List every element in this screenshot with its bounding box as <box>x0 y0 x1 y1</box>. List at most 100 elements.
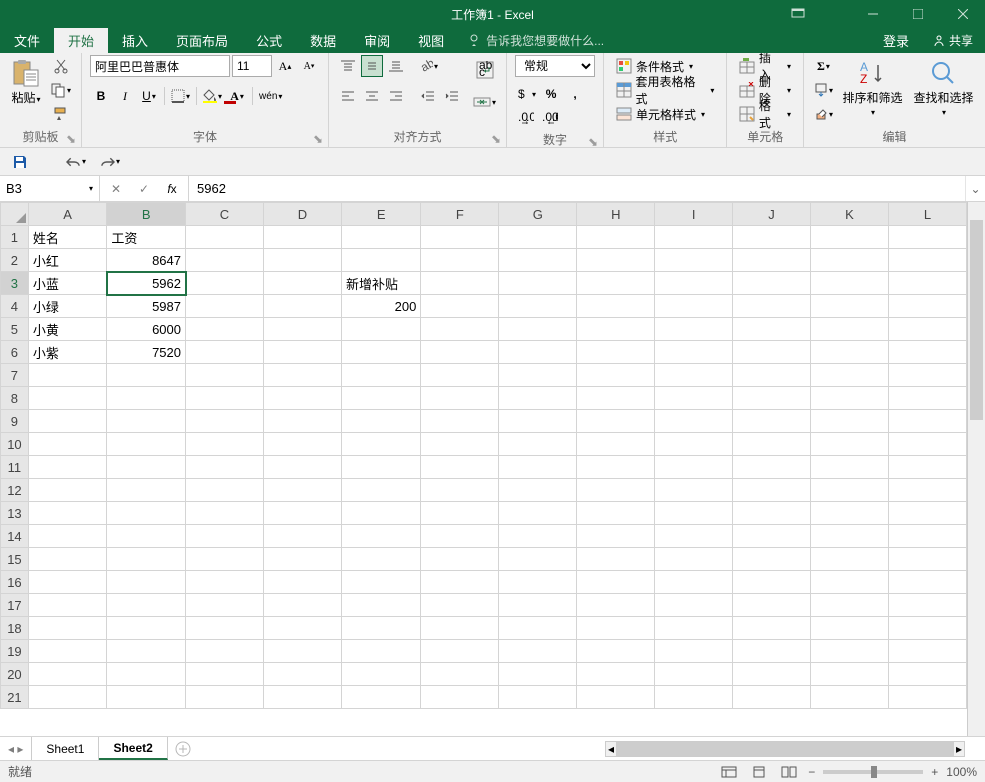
align-middle-button[interactable] <box>361 55 383 77</box>
add-sheet-button[interactable] <box>168 737 198 760</box>
cell-A3[interactable]: 小蓝 <box>28 272 107 295</box>
cell-G10[interactable] <box>499 433 577 456</box>
col-header-E[interactable]: E <box>341 203 420 226</box>
cell-B15[interactable] <box>107 548 186 571</box>
expand-formula-bar[interactable]: ⌄ <box>965 176 985 201</box>
cell-K5[interactable] <box>810 318 888 341</box>
cell-I18[interactable] <box>655 617 733 640</box>
cell-E7[interactable] <box>341 364 420 387</box>
cell-C7[interactable] <box>186 364 264 387</box>
cell-H11[interactable] <box>577 456 655 479</box>
cell-E13[interactable] <box>341 502 420 525</box>
cell-C12[interactable] <box>186 479 264 502</box>
cell-H16[interactable] <box>577 571 655 594</box>
cell-L6[interactable] <box>888 341 966 364</box>
merge-button[interactable]: ▾ <box>471 87 498 117</box>
cell-G21[interactable] <box>499 686 577 709</box>
cell-J16[interactable] <box>733 571 811 594</box>
cell-E11[interactable] <box>341 456 420 479</box>
cell-C2[interactable] <box>186 249 264 272</box>
cell-C19[interactable] <box>186 640 264 663</box>
col-header-G[interactable]: G <box>499 203 577 226</box>
cell-I20[interactable] <box>655 663 733 686</box>
number-format-combo[interactable]: 常规 <box>515 55 595 77</box>
cell-D4[interactable] <box>263 295 341 318</box>
cell-F7[interactable] <box>421 364 499 387</box>
cell-K1[interactable] <box>810 226 888 249</box>
vertical-scrollbar[interactable] <box>967 202 985 736</box>
cell-B5[interactable]: 6000 <box>107 318 186 341</box>
cell-I7[interactable] <box>655 364 733 387</box>
tell-me[interactable]: 告诉我您想要做什么... <box>468 28 604 53</box>
cell-E21[interactable] <box>341 686 420 709</box>
col-header-D[interactable]: D <box>263 203 341 226</box>
cell-L9[interactable] <box>888 410 966 433</box>
phonetic-button[interactable]: wén▾ <box>257 85 284 107</box>
format-table-button[interactable]: 套用表格格式▾ <box>612 79 718 101</box>
cell-K8[interactable] <box>810 387 888 410</box>
formula-input[interactable] <box>189 176 965 201</box>
cell-K7[interactable] <box>810 364 888 387</box>
cell-E2[interactable] <box>341 249 420 272</box>
maximize-button[interactable] <box>895 0 940 28</box>
cell-H15[interactable] <box>577 548 655 571</box>
cell-K20[interactable] <box>810 663 888 686</box>
close-button[interactable] <box>940 0 985 28</box>
cell-I8[interactable] <box>655 387 733 410</box>
border-button[interactable]: ▾ <box>169 85 192 107</box>
col-header-K[interactable]: K <box>810 203 888 226</box>
undo-button[interactable]: ▾ <box>64 150 88 174</box>
row-header-11[interactable]: 11 <box>1 456 29 479</box>
cell-K10[interactable] <box>810 433 888 456</box>
cell-D2[interactable] <box>263 249 341 272</box>
horizontal-scrollbar[interactable]: ◂▸ <box>605 741 965 757</box>
tab-view[interactable]: 视图 <box>404 28 458 53</box>
cell-A11[interactable] <box>28 456 107 479</box>
cell-L7[interactable] <box>888 364 966 387</box>
number-launcher[interactable]: ⬊ <box>587 136 599 148</box>
cell-I14[interactable] <box>655 525 733 548</box>
cell-C16[interactable] <box>186 571 264 594</box>
italic-button[interactable]: I <box>114 85 136 107</box>
cell-K6[interactable] <box>810 341 888 364</box>
col-header-L[interactable]: L <box>888 203 966 226</box>
cell-G9[interactable] <box>499 410 577 433</box>
cell-F12[interactable] <box>421 479 499 502</box>
decrease-indent-button[interactable] <box>417 85 439 107</box>
cell-B20[interactable] <box>107 663 186 686</box>
cell-styles-button[interactable]: 单元格样式▾ <box>612 103 718 125</box>
clear-button[interactable]: ▾ <box>812 103 835 125</box>
cell-K17[interactable] <box>810 594 888 617</box>
cell-F5[interactable] <box>421 318 499 341</box>
cell-H21[interactable] <box>577 686 655 709</box>
cell-B14[interactable] <box>107 525 186 548</box>
cell-A4[interactable]: 小绿 <box>28 295 107 318</box>
cell-B13[interactable] <box>107 502 186 525</box>
cell-A2[interactable]: 小红 <box>28 249 107 272</box>
cell-D20[interactable] <box>263 663 341 686</box>
row-header-4[interactable]: 4 <box>1 295 29 318</box>
sheet-nav[interactable]: ◂ ▸ <box>0 737 31 760</box>
font-launcher[interactable]: ⬊ <box>312 133 324 145</box>
cell-J21[interactable] <box>733 686 811 709</box>
cell-L13[interactable] <box>888 502 966 525</box>
increase-font-button[interactable]: A▴ <box>274 55 296 77</box>
cell-L19[interactable] <box>888 640 966 663</box>
align-bottom-button[interactable] <box>385 55 407 77</box>
cell-F4[interactable] <box>421 295 499 318</box>
cell-K15[interactable] <box>810 548 888 571</box>
cell-C6[interactable] <box>186 341 264 364</box>
cell-L20[interactable] <box>888 663 966 686</box>
col-header-C[interactable]: C <box>186 203 264 226</box>
row-header-16[interactable]: 16 <box>1 571 29 594</box>
cell-G15[interactable] <box>499 548 577 571</box>
cell-C8[interactable] <box>186 387 264 410</box>
cell-C18[interactable] <box>186 617 264 640</box>
cell-C13[interactable] <box>186 502 264 525</box>
autosum-button[interactable]: Σ▾ <box>812 55 835 77</box>
cell-F18[interactable] <box>421 617 499 640</box>
cell-G4[interactable] <box>499 295 577 318</box>
name-box[interactable]: ▾ <box>0 176 100 201</box>
cell-E10[interactable] <box>341 433 420 456</box>
page-layout-view-button[interactable] <box>748 763 770 781</box>
